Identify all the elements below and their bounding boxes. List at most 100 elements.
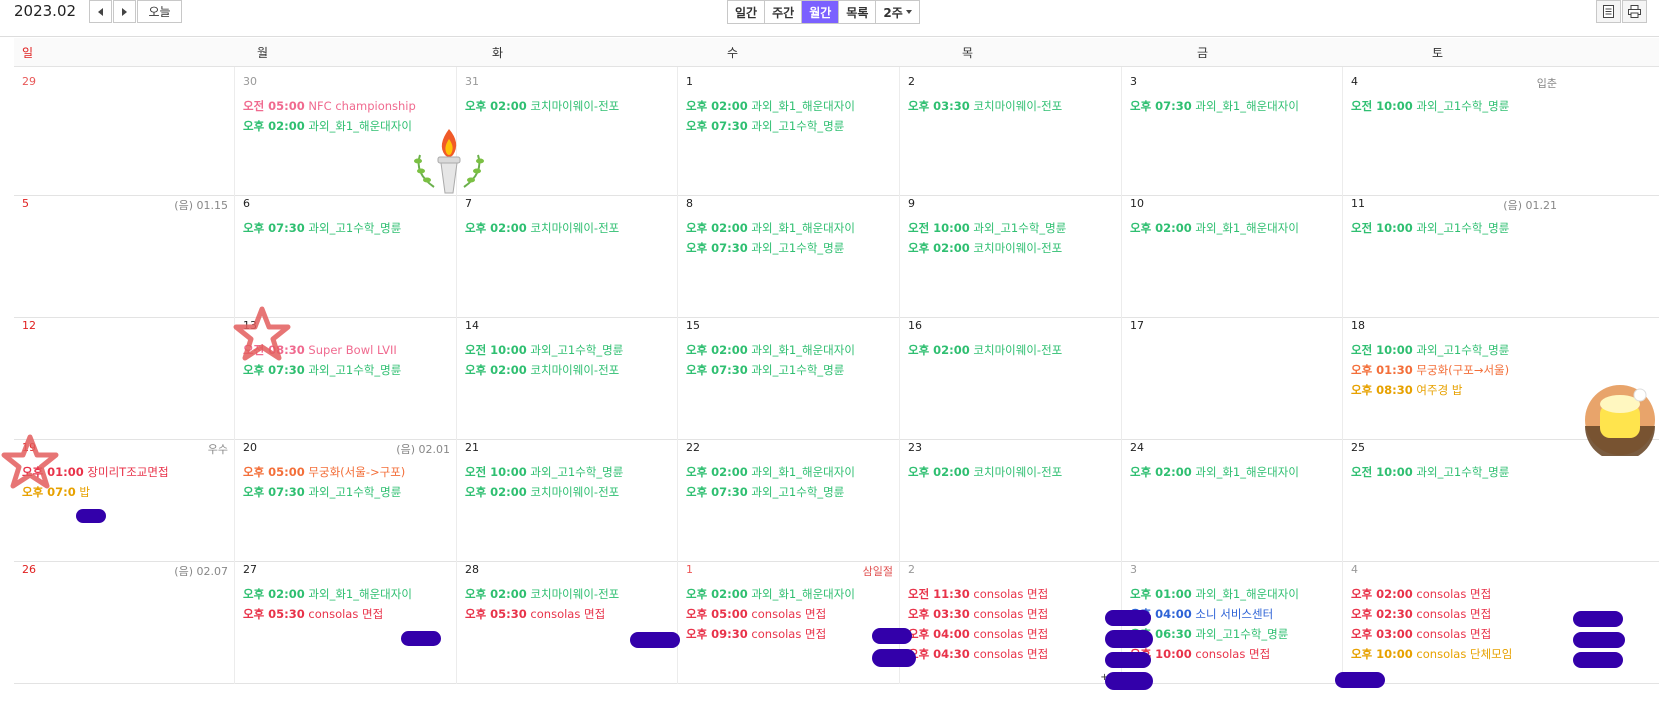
day-cell[interactable]: 14 오전 10:00 과외_고1수학_명륜 오후 02:00 코치마이웨이-전포 (457, 311, 678, 440)
calendar-event[interactable]: 오후 09:30 consolas 면접 (686, 624, 895, 644)
view-weekly-button[interactable]: 주간 (765, 1, 803, 23)
calendar-event[interactable]: 오후 02:00 과외_화1_해운대자이 (686, 218, 895, 238)
calendar-event[interactable]: 오후 02:00 코치마이웨이-전포 (465, 482, 673, 502)
calendar-event[interactable]: 오후 07:30 과외_고1수학_명륜 (686, 238, 895, 258)
day-cell[interactable]: 17 (1122, 311, 1343, 440)
calendar-event[interactable]: 오후 05:30 consolas 면접 (243, 604, 452, 624)
day-cell[interactable]: 2 오전 11:30 consolas 면접 오후 03:30 consolas 면… (900, 555, 1122, 684)
day-cell[interactable]: 29 (14, 67, 235, 196)
day-cell[interactable]: 31 오후 02:00 코치마이웨이-전포 (457, 67, 678, 196)
calendar-event[interactable]: 오후 05:00 무궁화(서울->구포) (243, 462, 452, 482)
day-cell[interactable]: 4 입춘 오전 10:00 과외_고1수학_명륜 (1343, 67, 1563, 196)
day-cell[interactable]: 1 오후 02:00 과외_화1_해운대자이 오후 07:30 과외_고1수학_명륜 (678, 67, 900, 196)
calendar-event[interactable]: 오후 07:0 밥 (22, 482, 230, 502)
day-cell[interactable]: 28 오후 02:00 코치마이웨이-전포 오후 05:30 consolas 면접 (457, 555, 678, 684)
calendar-event[interactable]: 오후 01:30 무궁화(구포→서울) (1351, 360, 1559, 380)
calendar-event[interactable]: 오전 11:30 consolas 면접 (908, 584, 1117, 604)
calendar-event[interactable]: 오전 08:30 Super Bowl LVII (243, 340, 452, 360)
calendar-event[interactable]: 오후 02:30 consolas 면접 (1351, 604, 1559, 624)
calendar-event[interactable]: 오후 04:30 consolas 면접 (908, 644, 1117, 664)
day-cell[interactable]: 1 삼일절 오후 02:00 과외_화1_해운대자이 오후 05:00 consola… (678, 555, 900, 684)
next-month-button[interactable] (113, 0, 136, 23)
calendar-event[interactable]: 오전 10:00 과외_고1수학_명륜 (1351, 218, 1559, 238)
day-cell[interactable]: 3 오후 07:30 과외_화1_해운대자이 (1122, 67, 1343, 196)
day-cell[interactable]: 7 오후 02:00 코치마이웨이-전포 (457, 189, 678, 318)
calendar-event[interactable]: 오후 02:00 코치마이웨이-전포 (908, 340, 1117, 360)
day-cell[interactable]: 10 오후 02:00 과외_화1_해운대자이 (1122, 189, 1343, 318)
calendar-event[interactable]: 오전 10:00 과외_고1수학_명륜 (1351, 340, 1559, 360)
day-cell[interactable]: 15 오후 02:00 과외_화1_해운대자이 오후 07:30 과외_고1수학_명… (678, 311, 900, 440)
calendar-event[interactable]: 오후 02:00 과외_화1_해운대자이 (243, 116, 452, 136)
calendar-event[interactable]: 오후 02:00 과외_화1_해운대자이 (1130, 218, 1338, 238)
view-daily-button[interactable]: 일간 (728, 1, 766, 23)
day-cell[interactable]: 4 오후 02:00 consolas 면접 오후 02:30 consolas 면… (1343, 555, 1563, 684)
calendar-event[interactable]: 오후 07:30 과외_고1수학_명륜 (243, 218, 452, 238)
view-list-button[interactable]: 목록 (839, 1, 877, 23)
calendar-event[interactable]: 오후 03:30 코치마이웨이-전포 (908, 96, 1117, 116)
calendar-event[interactable]: 오후 07:30 과외_고1수학_명륜 (686, 360, 895, 380)
calendar-event[interactable]: 오후 02:00 코치마이웨이-전포 (465, 360, 673, 380)
calendar-event[interactable]: 오후 03:00 consolas 면접 (1351, 624, 1559, 644)
prev-month-button[interactable] (89, 0, 112, 23)
calendar-event[interactable]: 오전 10:00 과외_고1수학_명륜 (1351, 462, 1559, 482)
calendar-event[interactable]: 오후 01:00 과외_화1_해운대자이 (1130, 584, 1338, 604)
calendar-event[interactable]: 오전 10:00 과외_고1수학_명륜 (1351, 96, 1559, 116)
view-2week-dropdown[interactable]: 2주 (876, 1, 919, 23)
calendar-event[interactable]: 오후 04:00 consolas 면접 (908, 624, 1117, 644)
day-cell[interactable]: 23 오후 02:00 코치마이웨이-전포 (900, 433, 1122, 562)
calendar-event[interactable]: 오전 10:00 과외_고1수학_명륜 (465, 462, 673, 482)
day-cell[interactable]: 19 우수 오후 01:00 장미리T조교면접 오후 07:0 밥 (14, 433, 235, 562)
day-cell[interactable]: 11 (음) 01.21 오전 10:00 과외_고1수학_명륜 (1343, 189, 1563, 318)
calendar-event[interactable]: 오후 07:30 과외_고1수학_명륜 (243, 360, 452, 380)
day-cell[interactable]: 5 (음) 01.15 (14, 189, 235, 318)
calendar-event[interactable]: 오후 07:30 과외_고1수학_명륜 (243, 482, 452, 502)
calendar-event[interactable]: 오후 03:30 consolas 면접 (908, 604, 1117, 624)
calendar-event[interactable]: 오후 06:30 과외_고1수학_명륜 (1130, 624, 1338, 644)
day-cell[interactable]: 2 오후 03:30 코치마이웨이-전포 (900, 67, 1122, 196)
day-cell[interactable]: 12 (14, 311, 235, 440)
day-cell[interactable]: 6 오후 07:30 과외_고1수학_명륜 (235, 189, 457, 318)
calendar-event[interactable]: 오후 05:00 consolas 면접 (686, 604, 895, 624)
calendar-event[interactable]: 오후 02:00 과외_화1_해운대자이 (1130, 462, 1338, 482)
calendar-event[interactable]: 오전 10:00 과외_고1수학_명륜 (465, 340, 673, 360)
calendar-event[interactable]: 오후 04:00 소니 서비스센터 (1130, 604, 1338, 624)
calendar-event[interactable]: 오전 10:00 과외_고1수학_명륜 (908, 218, 1117, 238)
day-cell[interactable]: 27 오후 02:00 과외_화1_해운대자이 오후 05:30 consolas … (235, 555, 457, 684)
day-cell[interactable]: 21 오전 10:00 과외_고1수학_명륜 오후 02:00 코치마이웨이-전포 (457, 433, 678, 562)
day-cell[interactable]: 26 (음) 02.07 (14, 555, 235, 684)
calendar-event[interactable]: 오후 02:00 코치마이웨이-전포 (908, 462, 1117, 482)
day-cell[interactable]: 20 (음) 02.01 오후 05:00 무궁화(서울->구포) 오후 07:30 … (235, 433, 457, 562)
calendar-event[interactable]: 오전 05:00 NFC championship (243, 96, 452, 116)
today-button[interactable]: 오늘 (137, 0, 182, 23)
day-cell[interactable]: 9 오전 10:00 과외_고1수학_명륜 오후 02:00 코치마이웨이-전포 (900, 189, 1122, 318)
calendar-event[interactable]: 오후 02:00 과외_화1_해운대자이 (243, 584, 452, 604)
calendar-event[interactable]: 오후 02:00 코치마이웨이-전포 (465, 218, 673, 238)
export-button[interactable] (1596, 0, 1621, 23)
calendar-event[interactable]: 오후 10:00 consolas 면접 (1130, 644, 1338, 664)
day-cell[interactable]: 8 오후 02:00 과외_화1_해운대자이 오후 07:30 과외_고1수학_명륜 (678, 189, 900, 318)
calendar-event[interactable]: 오후 01:00 장미리T조교면접 (22, 462, 230, 482)
calendar-event[interactable]: 오후 07:30 과외_고1수학_명륜 (686, 482, 895, 502)
calendar-event[interactable]: 오후 02:00 코치마이웨이-전포 (465, 584, 673, 604)
calendar-event[interactable]: 오후 07:30 과외_고1수학_명륜 (686, 116, 895, 136)
calendar-event[interactable]: 오후 02:00 과외_화1_해운대자이 (686, 340, 895, 360)
calendar-event[interactable]: 오후 05:30 consolas 면접 (465, 604, 673, 624)
calendar-event[interactable]: 오후 07:30 과외_화1_해운대자이 (1130, 96, 1338, 116)
day-cell[interactable]: 25 오전 10:00 과외_고1수학_명륜 (1343, 433, 1563, 562)
calendar-event[interactable]: 오후 02:00 과외_화1_해운대자이 (686, 584, 895, 604)
day-cell[interactable]: 3 오후 01:00 과외_화1_해운대자이 오후 04:00 소니 서비스센터 오후… (1122, 555, 1343, 684)
day-cell[interactable]: 22 오후 02:00 과외_화1_해운대자이 오후 07:30 과외_고1수학_명… (678, 433, 900, 562)
day-cell[interactable]: 30 오전 05:00 NFC championship 오후 02:00 과외_화… (235, 67, 457, 196)
calendar-event[interactable]: 오후 02:00 과외_화1_해운대자이 (686, 462, 895, 482)
day-cell[interactable]: 24 오후 02:00 과외_화1_해운대자이 (1122, 433, 1343, 562)
print-button[interactable] (1622, 0, 1647, 23)
calendar-event[interactable]: 오후 02:00 코치마이웨이-전포 (908, 238, 1117, 258)
calendar-event[interactable]: 오후 10:00 consolas 단체모임 (1351, 644, 1559, 664)
calendar-event[interactable]: 오후 08:30 여주경 밥 (1351, 380, 1559, 400)
calendar-event[interactable]: 오후 02:00 consolas 면접 (1351, 584, 1559, 604)
day-cell[interactable]: 13 오전 08:30 Super Bowl LVII 오후 07:30 과외_고1… (235, 311, 457, 440)
calendar-event[interactable]: 오후 02:00 과외_화1_해운대자이 (686, 96, 895, 116)
calendar-event[interactable]: 오후 02:00 코치마이웨이-전포 (465, 96, 673, 116)
view-monthly-button[interactable]: 월간 (802, 1, 840, 23)
day-cell[interactable]: 18 오전 10:00 과외_고1수학_명륜 오후 01:30 무궁화(구포→서울)… (1343, 311, 1563, 440)
